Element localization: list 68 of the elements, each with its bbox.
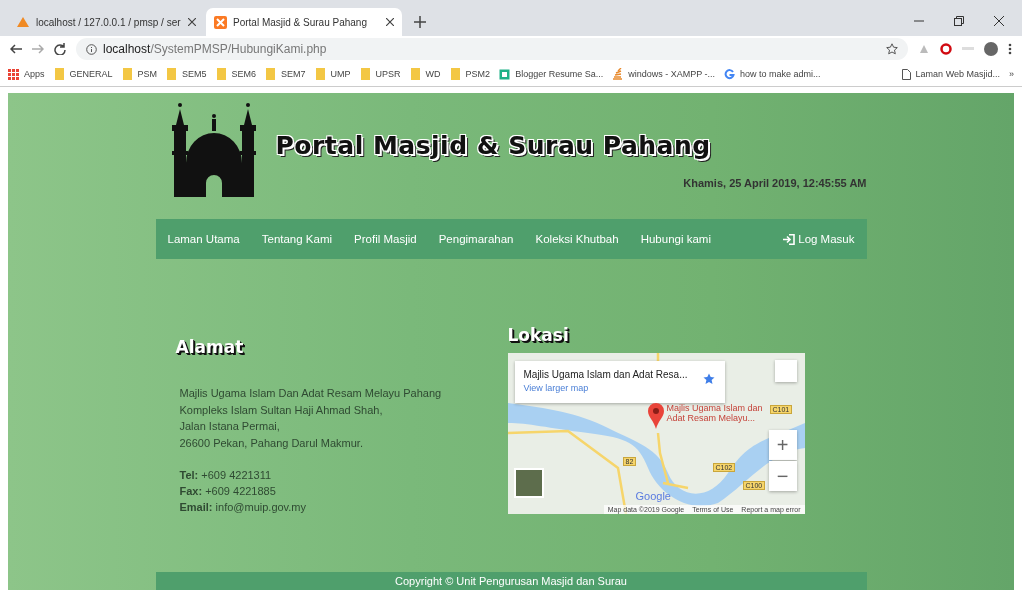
- folder-icon: [121, 68, 133, 80]
- tab-title: localhost / 127.0.0.1 / pmsp / ser: [36, 16, 182, 28]
- site-title: Portal Masjid & Surau Pahang: [275, 131, 711, 160]
- stack-icon: [612, 68, 624, 80]
- square-icon: [499, 68, 511, 80]
- address-bar[interactable]: localhost/SystemPMSP/HubungiKami.php: [76, 38, 908, 60]
- star-icon[interactable]: [886, 43, 898, 55]
- new-tab-icon[interactable]: [414, 16, 426, 28]
- star-icon[interactable]: [702, 373, 715, 385]
- bookmark-item[interactable]: PSM: [121, 68, 158, 80]
- map-brand-text: Google: [635, 490, 671, 502]
- map-pin-icon: [647, 403, 664, 429]
- bookmark-item[interactable]: Blogger Resume Sa...: [499, 68, 604, 80]
- bookmark-item[interactable]: Apps: [8, 68, 45, 80]
- folder-icon: [53, 68, 65, 80]
- bookmark-item[interactable]: how to make admi...: [724, 68, 821, 80]
- map-place-label: Majlis Ugama Islam dan Adat Resam Melayu...: [666, 403, 764, 423]
- bookmark-item[interactable]: UPSR: [359, 68, 401, 80]
- folder-icon: [215, 68, 227, 80]
- view-larger-map-link[interactable]: View larger map: [523, 383, 716, 393]
- bookmark-item[interactable]: SEM6: [215, 68, 257, 80]
- folder-icon: [449, 68, 461, 80]
- apps-grid-icon: [8, 68, 19, 80]
- contact-line: Email: info@muip.gov.my: [179, 500, 308, 515]
- contact-line: Fax: +609 4221885: [179, 484, 277, 499]
- url-text: localhost/SystemPMSP/HubungiKami.php: [103, 42, 327, 56]
- bookmark-item[interactable]: SEM5: [166, 68, 207, 80]
- folder-icon: [409, 68, 421, 80]
- back-arrow-icon[interactable]: [10, 44, 22, 54]
- bookmark-item[interactable]: WD: [409, 68, 441, 80]
- copyright-text: Copyright © Unit Pengurusan Masjid dan Surau: [395, 575, 627, 587]
- profile-avatar-icon[interactable]: [984, 42, 998, 56]
- xampp-logo-icon: [214, 15, 227, 29]
- kebab-menu-icon[interactable]: [1008, 43, 1012, 55]
- login-icon: [783, 233, 796, 245]
- browser-tab[interactable]: Portal Masjid & Surau Pahang: [206, 8, 402, 36]
- place-name: Majlis Ugama Islam dan Adat Resa...: [523, 369, 689, 380]
- address-text: Majlis Ugama Islam Dan Adat Resam Melayu Pahang Kompleks Islam Sultan Haji Ahmad Shah, Jalan Istana Permai, 26600 Pekan, Pahang Darul Makmur.: [179, 386, 443, 451]
- folder-icon: [314, 68, 326, 80]
- satellite-view-button[interactable]: [513, 468, 544, 498]
- reload-icon[interactable]: [54, 43, 66, 55]
- browser-tab[interactable]: localhost / 127.0.0.1 / pmsp / ser: [8, 8, 204, 36]
- more-bookmarks-button[interactable]: »: [1009, 69, 1014, 79]
- close-icon[interactable]: [188, 18, 196, 26]
- bookmark-item[interactable]: PSM2: [449, 68, 491, 80]
- folder-icon: [166, 68, 178, 80]
- bookmark-item[interactable]: GENERAL: [53, 68, 113, 80]
- zoom-out-button[interactable]: −: [768, 461, 797, 491]
- contact-line: Tel: +609 4221311: [179, 468, 273, 483]
- restore-icon[interactable]: [954, 16, 964, 26]
- tab-title: Portal Masjid & Surau Pahang: [233, 16, 368, 28]
- google-icon: [724, 68, 736, 80]
- bookmark-item[interactable]: SEM7: [265, 68, 306, 80]
- section-heading: Alamat: [175, 337, 245, 357]
- folder-icon: [265, 68, 277, 80]
- bookmark-item[interactable]: Laman Web Masjid...: [901, 68, 1000, 80]
- section-heading: Lokasi: [507, 325, 570, 345]
- page-icon: [901, 68, 911, 80]
- bookmark-item[interactable]: windows - XAMPP -...: [612, 68, 716, 80]
- folder-icon: [359, 68, 371, 80]
- opera-icon[interactable]: [940, 43, 952, 55]
- close-icon[interactable]: [994, 16, 1004, 26]
- close-icon[interactable]: [386, 18, 394, 26]
- mosque-logo-icon: [169, 101, 258, 197]
- info-icon: [86, 43, 97, 55]
- bookmark-item[interactable]: UMP: [314, 68, 351, 80]
- date-time-text: Khamis, 25 April 2019, 12:45:55 AM: [683, 177, 867, 189]
- zoom-in-button[interactable]: +: [768, 430, 797, 460]
